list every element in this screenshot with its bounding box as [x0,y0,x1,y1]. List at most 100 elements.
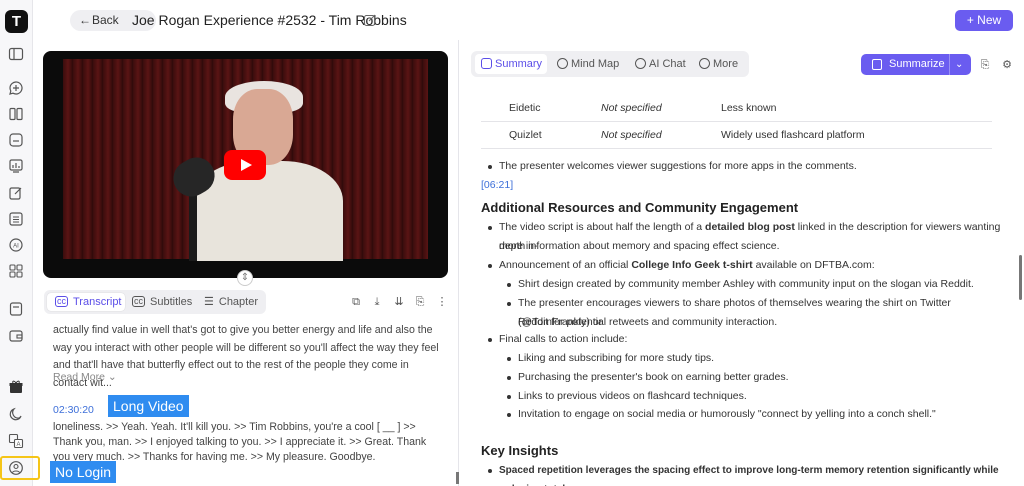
grid-icon[interactable] [8,263,24,279]
sidebar-toggle-icon[interactable] [8,46,24,62]
mic-arm [189,191,197,261]
bold-text: detailed blog post [705,221,795,233]
ai-chat-icon [635,58,646,69]
tab-more[interactable]: More [693,54,745,74]
chevron-down-icon[interactable]: ⌄ [955,54,963,75]
right-scrollbar[interactable] [1019,255,1022,300]
chat-add-icon[interactable] [8,80,24,96]
new-button[interactable]: + New [955,10,1013,31]
collapse-icon[interactable]: ⇊ [393,296,405,308]
tab-ai-chat[interactable]: AI Chat [629,54,689,74]
mindmap-icon [557,58,568,69]
translate-icon[interactable]: ⎘ [414,296,426,308]
new-label: New [977,13,1002,27]
table-cell: Not specified [601,102,662,114]
arrow-left-icon: ← [79,13,91,27]
bold-text: College Info Geek t-shirt [631,259,753,271]
summary-timestamp[interactable]: [06:21] [481,179,513,191]
more-vertical-icon[interactable]: ⋮ [436,296,448,308]
cc-icon: cc [132,296,145,307]
download-icon[interactable]: ⤓ [371,296,383,308]
plus-icon: + [966,13,978,27]
summary-icon [481,58,492,69]
tab-label: Summary [495,58,543,70]
svg-text:AI: AI [13,244,19,250]
book-icon[interactable] [8,106,24,122]
tab-summary[interactable]: Summary [475,54,547,74]
list-item: Announcement of an official College Info… [488,256,875,275]
sub-list-item: Invitation to engage on social media or … [507,405,936,424]
list-icon: ☰ [204,296,214,308]
pane-divider[interactable] [458,40,459,486]
table-cell: Not specified [601,129,662,141]
edit-title-icon[interactable] [363,13,377,27]
back-label: Back [92,13,119,27]
list-item: Spaced repetition leverages the spacing … [488,461,1024,486]
edit-note-icon[interactable] [8,185,24,201]
section-heading: Key Insights [481,443,559,458]
list-icon[interactable] [8,211,24,227]
list-item: Final calls to action include: [487,330,627,349]
wallet-icon[interactable] [8,328,24,344]
translate-icon[interactable]: A [8,433,24,449]
table-cell: Quizlet [509,129,542,141]
tab-subtitles[interactable]: cc Subtitles [132,293,202,311]
button-separator [949,54,950,75]
summary-tabs: Summary Mind Map AI Chat More [471,51,749,77]
tab-label: Subtitles [150,296,193,308]
transcript-tabs: cc Transcript cc Subtitles ☰ Chapter [44,290,266,314]
moon-icon[interactable] [8,406,24,422]
video-player[interactable] [43,51,448,278]
table-cell: Eidetic [509,102,541,114]
tab-chapter[interactable]: ☰ Chapter [204,293,264,311]
sidebar: T AI A [0,0,40,486]
table-row: Eidetic Not specified Less known [481,95,992,122]
text: The video script is about half the lengt… [499,221,706,233]
svg-text:A: A [16,442,20,448]
translate-icon[interactable]: ⎘ [978,58,992,72]
chart-icon[interactable] [8,158,24,174]
transcript-timestamp[interactable]: 02:30:20 [53,404,94,416]
settings-gear-icon[interactable]: ⚙ [1000,58,1014,72]
transcript-text-2: loneliness. >> Yeah. Yeah. It'll kill yo… [53,421,427,463]
summarize-label: Summarize [889,58,945,70]
video-person [193,161,343,261]
tab-label: More [713,58,739,70]
tab-label: AI Chat [649,58,686,70]
copy-icon[interactable]: ⧉ [350,296,362,308]
document-icon [872,59,882,70]
tab-label: Mind Map [571,58,620,70]
gift-icon[interactable] [8,379,24,395]
table-cell: Less known [721,102,777,114]
user-icon[interactable] [8,460,24,476]
sub-list-item: Purchasing the presenter's book on earni… [507,368,789,387]
notes-icon[interactable] [8,301,24,317]
table-cell: Widely used flashcard platform [721,129,865,141]
text: Announcement of an official [499,259,632,271]
ai-icon[interactable]: AI [8,237,24,253]
text: available on DFTBA.com: [752,259,875,271]
cc-icon: cc [55,296,68,307]
history-icon[interactable] [8,132,24,148]
chevron-down-icon: ⌄ [107,371,117,383]
annotation-no-login: No Login [50,461,117,483]
annotation-long-video: Long Video [108,395,189,417]
resize-handle-icon[interactable]: ⇕ [237,270,253,286]
tab-transcript[interactable]: cc Transcript [47,293,125,311]
tab-mind-map[interactable]: Mind Map [551,54,623,74]
tab-label: Transcript [73,296,122,308]
sub-list-item: Links to previous videos on flashcard te… [507,387,747,406]
play-button-icon[interactable] [224,150,266,180]
summarize-button[interactable]: Summarize ⌄ [861,54,971,75]
tab-label: Chapter [218,296,259,308]
read-more-link[interactable]: Read More ⌄ [53,371,117,383]
section-heading: Additional Resources and Community Engag… [481,200,799,215]
more-icon [699,58,710,69]
read-more-label: Read More [53,371,105,383]
left-scrollbar[interactable] [456,472,459,484]
list-item-continuation: depth information about memory and spaci… [499,240,780,252]
sub-list-item: Shirt design created by community member… [507,275,974,294]
header: ← Back Joe Rogan Experience #2532 - Tim … [33,0,1024,40]
list-item: The presenter welcomes viewer suggestion… [488,157,857,176]
app-logo[interactable]: T [5,10,28,33]
